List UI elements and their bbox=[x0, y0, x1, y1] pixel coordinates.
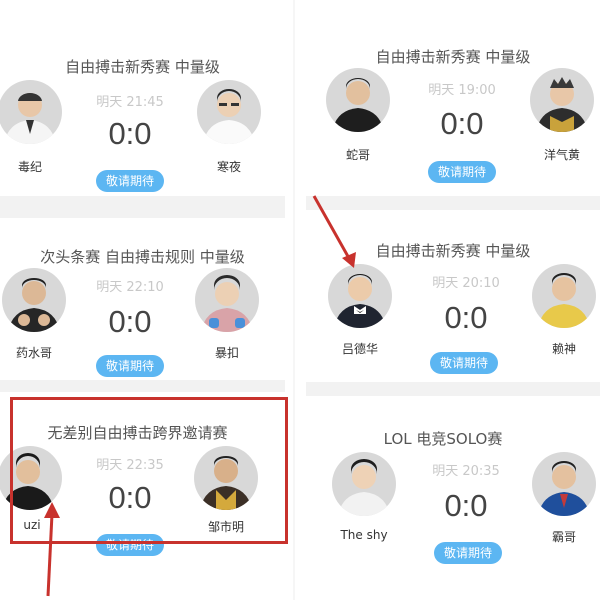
person-icon bbox=[338, 459, 390, 516]
person-icon bbox=[538, 461, 590, 516]
match-score: 0:0 bbox=[108, 116, 152, 151]
player-name: 赖神 bbox=[551, 342, 576, 356]
player-name: 寒夜 bbox=[216, 160, 241, 174]
player-name: 吕德华 bbox=[341, 342, 378, 356]
coming-soon-button[interactable]: 敬请期待 bbox=[96, 170, 164, 192]
player-avatar[interactable] bbox=[326, 68, 390, 132]
player-name: 洋气黄 bbox=[543, 148, 580, 162]
player-avatar[interactable] bbox=[0, 80, 62, 144]
match-time: 明天 19:00 bbox=[428, 83, 496, 98]
coming-soon-button[interactable]: 敬请期待 bbox=[430, 352, 498, 374]
annotation-arrow bbox=[312, 195, 356, 268]
panel-separator bbox=[0, 380, 285, 392]
person-icon bbox=[538, 273, 590, 328]
player-avatar[interactable] bbox=[195, 268, 259, 332]
player-name: 蛇哥 bbox=[345, 148, 370, 162]
player-name: 暴扣 bbox=[214, 346, 239, 360]
player-name: 毒纪 bbox=[17, 160, 42, 174]
person-icon bbox=[334, 274, 386, 328]
match-title: 次头条赛 自由搏击规则 中量级 bbox=[40, 248, 245, 266]
player-name: 药水哥 bbox=[15, 346, 52, 360]
person-icon bbox=[203, 89, 255, 144]
player-name: The shy bbox=[340, 528, 388, 542]
match-title: LOL 电竞SOLO赛 bbox=[383, 430, 503, 448]
player-avatar[interactable] bbox=[532, 452, 596, 516]
coming-soon-button[interactable]: 敬请期待 bbox=[428, 161, 496, 183]
match-card[interactable]: 次头条赛 自由搏击规则 中量级 药水哥 明天 22:10 0:0 敬请期待 暴扣 bbox=[0, 230, 285, 380]
coming-soon-button[interactable]: 敬请期待 bbox=[434, 542, 502, 564]
player-avatar[interactable] bbox=[2, 268, 66, 332]
match-time: 明天 22:10 bbox=[96, 280, 164, 295]
column-divider bbox=[293, 0, 295, 600]
match-title: 自由搏击新秀赛 中量级 bbox=[65, 58, 220, 76]
person-icon bbox=[8, 278, 60, 332]
player-avatar[interactable] bbox=[530, 68, 594, 132]
player-avatar[interactable] bbox=[328, 264, 392, 328]
person-icon bbox=[536, 77, 588, 132]
annotation-arrow bbox=[44, 502, 60, 597]
person-icon bbox=[201, 275, 253, 332]
person-icon bbox=[4, 92, 56, 144]
person-icon bbox=[332, 78, 384, 132]
coming-soon-button[interactable]: 敬请期待 bbox=[96, 355, 164, 377]
match-time: 明天 20:10 bbox=[432, 276, 500, 291]
match-card[interactable]: 自由搏击新秀赛 中量级 蛇哥 明天 19:00 0:0 敬请期待 洋气黄 bbox=[306, 30, 600, 196]
match-card[interactable]: 自由搏击新秀赛 中量级 毒纪 明天 21:45 0:0 敬请期待 寒夜 bbox=[0, 40, 285, 200]
match-score: 0:0 bbox=[440, 106, 484, 141]
match-title: 自由搏击新秀赛 中量级 bbox=[375, 48, 531, 66]
match-time: 明天 20:35 bbox=[432, 464, 500, 479]
match-score: 0:0 bbox=[444, 300, 488, 335]
panel-separator bbox=[306, 382, 600, 396]
match-score: 0:0 bbox=[444, 488, 488, 523]
player-avatar[interactable] bbox=[332, 452, 396, 516]
player-avatar[interactable] bbox=[532, 264, 596, 328]
player-avatar[interactable] bbox=[197, 80, 261, 144]
match-time: 明天 21:45 bbox=[96, 95, 164, 110]
match-score: 0:0 bbox=[108, 304, 152, 339]
player-name: 霸哥 bbox=[551, 530, 576, 544]
match-card[interactable]: LOL 电竞SOLO赛 The shy 明天 20:35 0:0 敬请期待 霸哥 bbox=[306, 410, 600, 580]
